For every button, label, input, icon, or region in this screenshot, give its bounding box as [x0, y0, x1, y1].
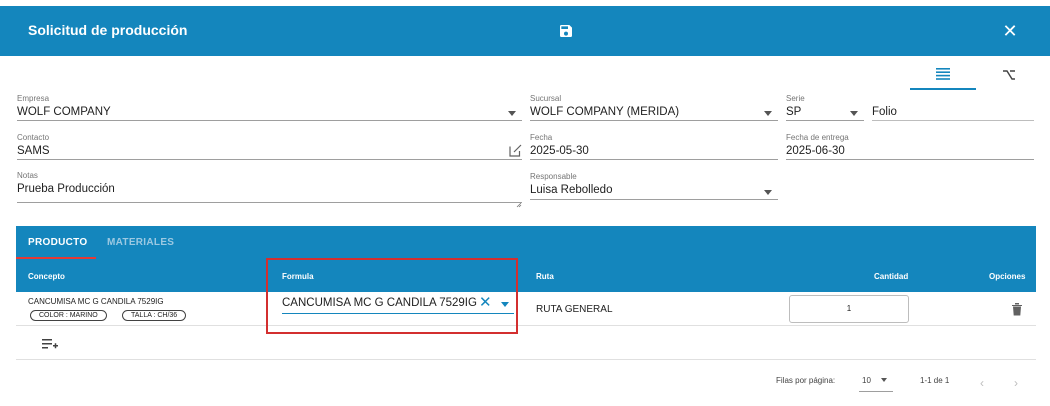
chevron-down-icon: [764, 190, 772, 195]
dialog-header: Solicitud de producción ✕: [0, 6, 1050, 56]
list-view-icon[interactable]: [910, 60, 976, 90]
active-tab-indicator: [16, 257, 96, 259]
tab-producto[interactable]: PRODUCTO: [28, 237, 87, 248]
fecha-entrega-label: Fecha de entrega: [786, 133, 849, 142]
notas-value: Prueba Producción: [17, 183, 115, 195]
close-icon[interactable]: ✕: [1000, 21, 1020, 41]
folio-field[interactable]: Folio: [872, 94, 1034, 121]
table-header: Concepto Formula Ruta Cantidad Opciones: [16, 260, 1036, 292]
resize-handle-icon[interactable]: [516, 195, 522, 208]
rows-per-page-select[interactable]: 10: [862, 376, 871, 385]
contacto-label: Contacto: [17, 133, 50, 142]
color-chip: COLOR : MARINO: [30, 310, 107, 321]
chevron-down-icon: [881, 378, 887, 382]
empresa-value: WOLF COMPANY: [17, 106, 111, 118]
table-row: CANCUMISA MC G CANDILA 7529IG COLOR : MA…: [16, 292, 1036, 326]
product-table-card: PRODUCTO MATERIALES Concepto Formula Rut…: [16, 226, 1036, 396]
dialog-title: Solicitud de producción: [28, 22, 188, 38]
empresa-label: Empresa: [17, 94, 50, 103]
contacto-field[interactable]: Contacto SAMS: [17, 133, 522, 160]
edit-icon[interactable]: [509, 144, 522, 157]
tabs-bar: PRODUCTO MATERIALES: [16, 226, 1036, 260]
next-page-icon[interactable]: ›: [1014, 376, 1018, 390]
prev-page-icon[interactable]: ‹: [980, 376, 984, 390]
serie-label: Serie: [786, 94, 805, 103]
col-opciones: Opciones: [989, 272, 1026, 281]
concepto-cell: CANCUMISA MC G CANDILA 7529IG: [28, 297, 164, 306]
col-ruta: Ruta: [536, 272, 554, 281]
col-concepto: Concepto: [28, 272, 65, 281]
responsable-label: Responsable: [530, 172, 577, 181]
serie-select[interactable]: Serie SP: [786, 94, 864, 121]
col-cantidad: Cantidad: [874, 272, 909, 281]
fecha-label: Fecha: [530, 133, 553, 142]
fecha-field[interactable]: Fecha 2025-05-30: [530, 133, 778, 160]
fecha-entrega-field[interactable]: Fecha de entrega 2025-06-30: [786, 133, 1034, 160]
formula-select[interactable]: CANCUMISA MC G CANDILA 7529IG pr ✕: [282, 295, 514, 314]
ruta-cell: RUTA GENERAL: [536, 304, 613, 315]
trash-icon[interactable]: [1011, 302, 1023, 316]
rows-per-page-label: Filas por página:: [776, 376, 836, 385]
talla-chip: TALLA : CH/36: [122, 310, 187, 321]
responsable-select[interactable]: Responsable Luisa Rebolledo: [530, 172, 778, 200]
folio-placeholder: Folio: [872, 106, 897, 118]
notas-textarea[interactable]: Notas Prueba Producción: [17, 171, 522, 208]
chevron-down-icon: [501, 302, 509, 307]
chevron-down-icon: [850, 111, 858, 116]
responsable-value: Luisa Rebolledo: [530, 184, 613, 196]
empresa-select[interactable]: Empresa WOLF COMPANY: [17, 94, 522, 121]
save-icon[interactable]: [558, 23, 574, 39]
contacto-value: SAMS: [17, 145, 50, 157]
notas-label: Notas: [17, 171, 38, 180]
tab-materiales[interactable]: MATERIALES: [107, 237, 174, 248]
sucursal-select[interactable]: Sucursal WOLF COMPANY (MERIDA): [530, 94, 778, 121]
chevron-down-icon: [508, 111, 516, 116]
cantidad-input[interactable]: 1: [789, 295, 909, 323]
fecha-entrega-value: 2025-06-30: [786, 145, 845, 157]
sucursal-value: WOLF COMPANY (MERIDA): [530, 106, 680, 118]
chevron-down-icon: [764, 111, 772, 116]
add-row-icon[interactable]: [42, 337, 58, 351]
fecha-value: 2025-05-30: [530, 145, 589, 157]
page-range: 1-1 de 1: [920, 376, 950, 385]
formula-value: CANCUMISA MC G CANDILA 7529IG pr: [282, 297, 478, 309]
clear-icon[interactable]: ✕: [479, 295, 492, 311]
tree-view-icon[interactable]: [976, 60, 1042, 90]
sucursal-label: Sucursal: [530, 94, 562, 103]
